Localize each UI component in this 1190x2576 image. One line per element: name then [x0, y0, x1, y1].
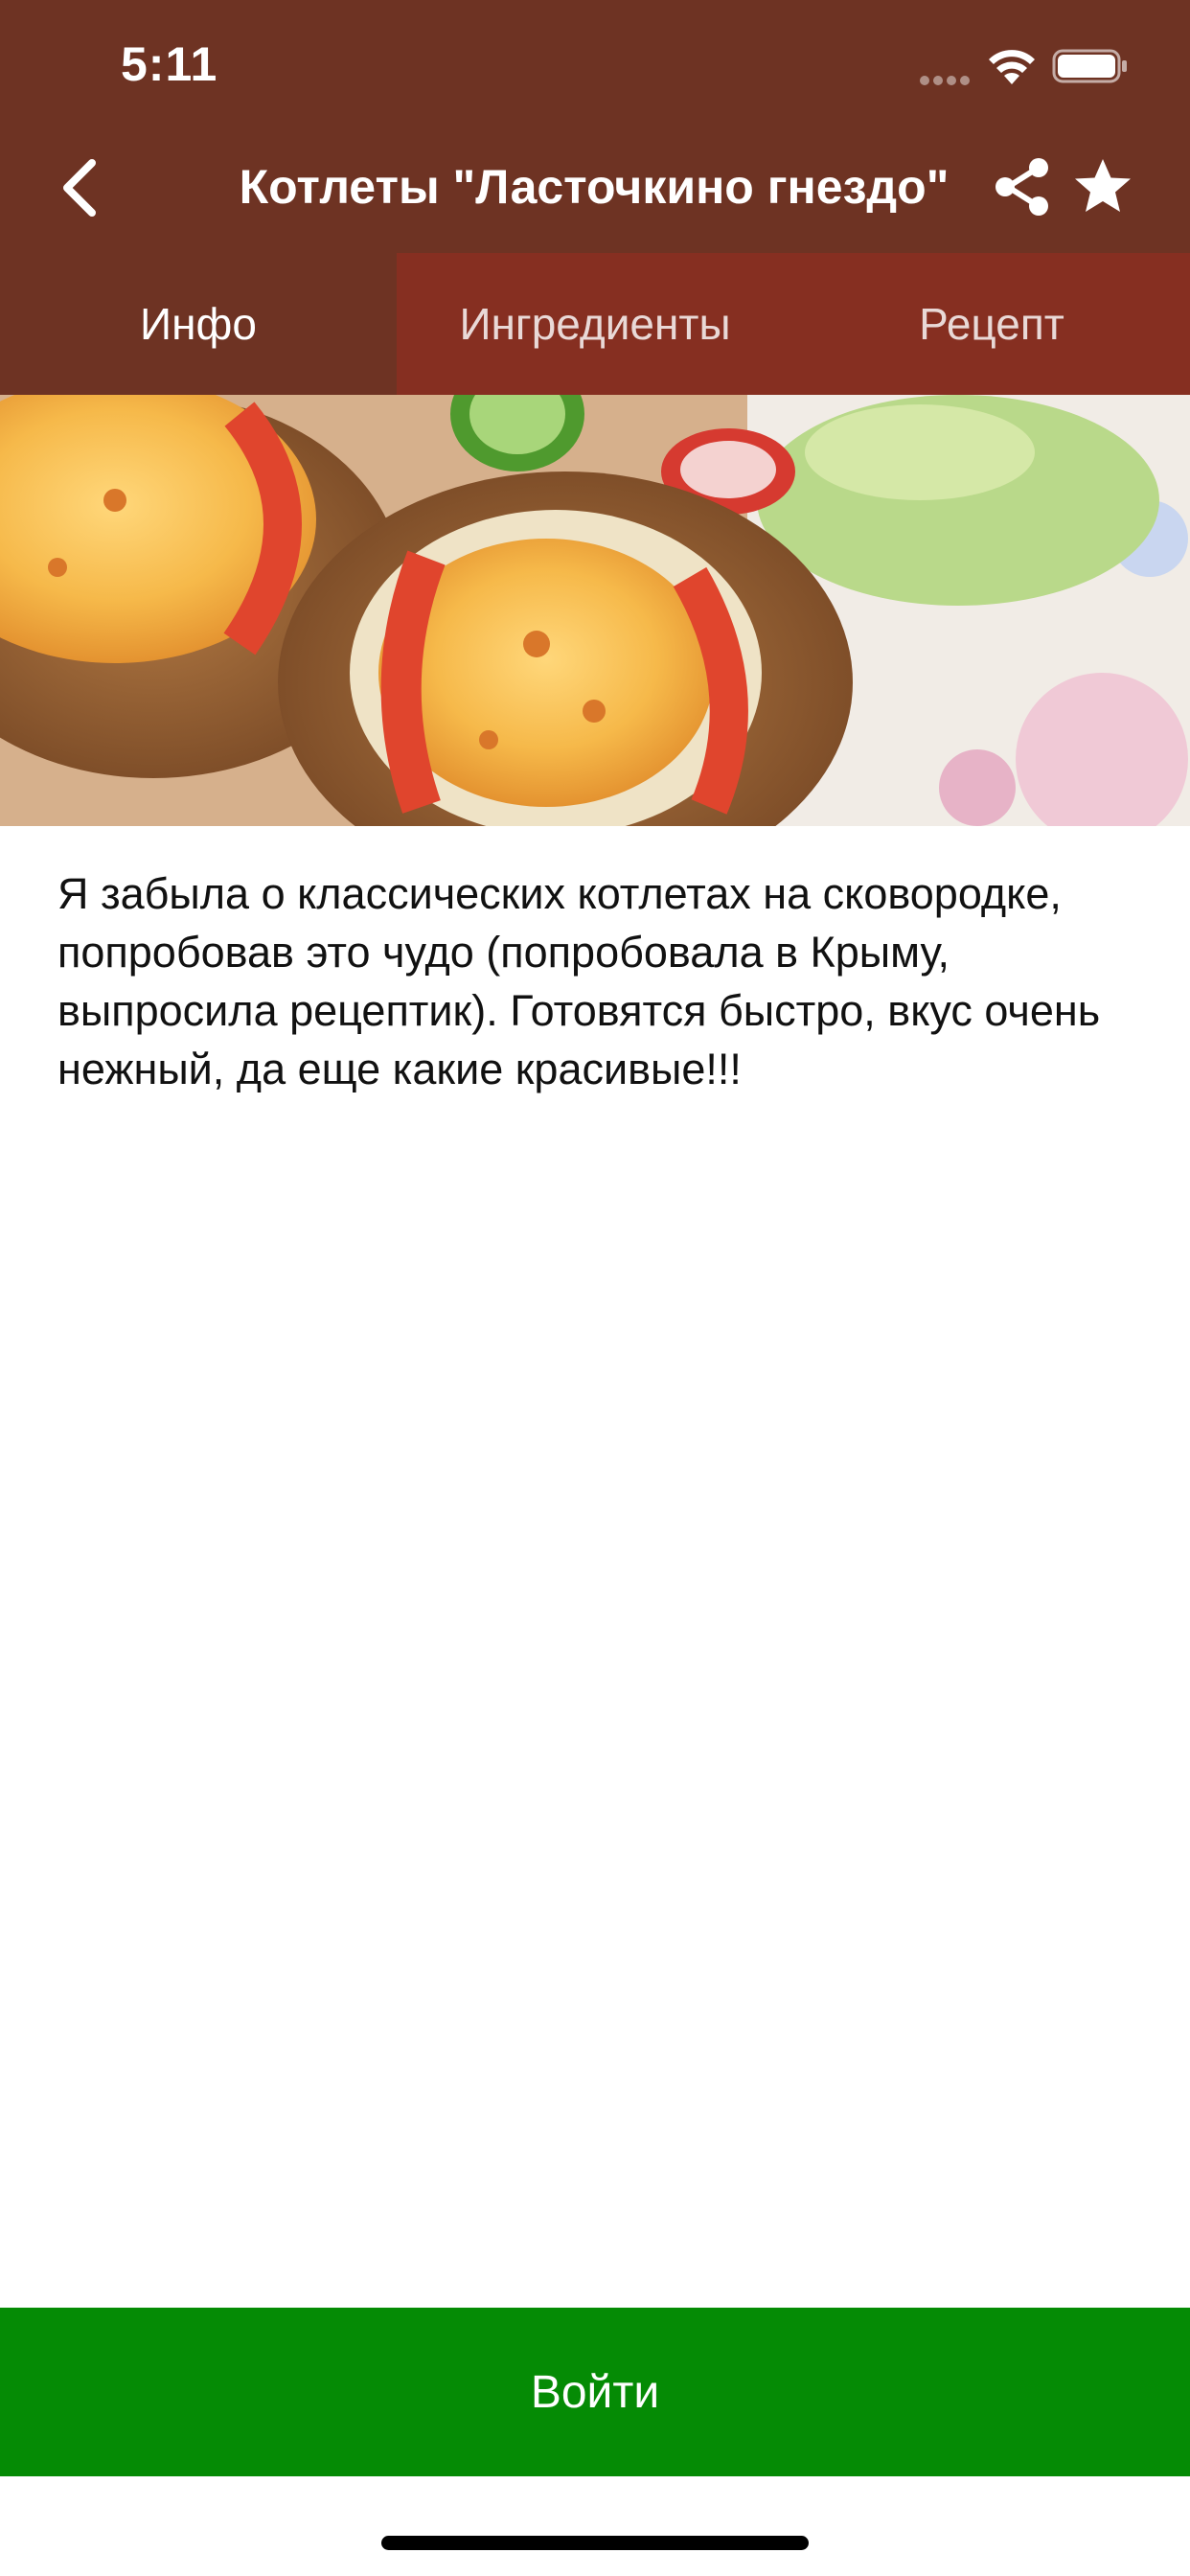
status-time: 5:11 [121, 37, 218, 91]
share-button[interactable] [991, 155, 1054, 218]
favorite-button[interactable] [1071, 155, 1134, 218]
share-icon [995, 158, 1048, 216]
star-icon [1075, 159, 1131, 212]
login-button[interactable]: Войти [0, 2308, 1190, 2476]
recipe-description: Я забыла о классических котлетах на сков… [57, 869, 1101, 1093]
home-indicator[interactable] [381, 2536, 809, 2550]
login-label: Войти [530, 2366, 660, 2418]
battery-icon [1052, 49, 1127, 83]
wifi-icon [989, 50, 1035, 84]
tab-bar: Инфо Ингредиенты Рецепт [0, 253, 1190, 395]
header: 5:11 Котлеты "Ласточкино гнездо" [0, 0, 1190, 253]
back-button[interactable] [44, 153, 113, 222]
cellular-signal-icon [920, 73, 975, 85]
tab-recipe[interactable]: Рецепт [793, 253, 1190, 395]
recipe-photo [0, 395, 1190, 826]
navigation-bar: Котлеты "Ласточкино гнездо" [0, 126, 1190, 253]
status-bar: 5:11 [0, 0, 1190, 126]
chevron-left-icon [63, 159, 96, 217]
page-title: Котлеты "Ласточкино гнездо" [239, 160, 950, 214]
tab-ingredients[interactable]: Ингредиенты [397, 253, 793, 395]
tab-info[interactable]: Инфо [0, 253, 397, 395]
recipe-screen: 5:11 Котлеты "Ласточкино гнездо" Инфо Ин… [0, 0, 1190, 2576]
